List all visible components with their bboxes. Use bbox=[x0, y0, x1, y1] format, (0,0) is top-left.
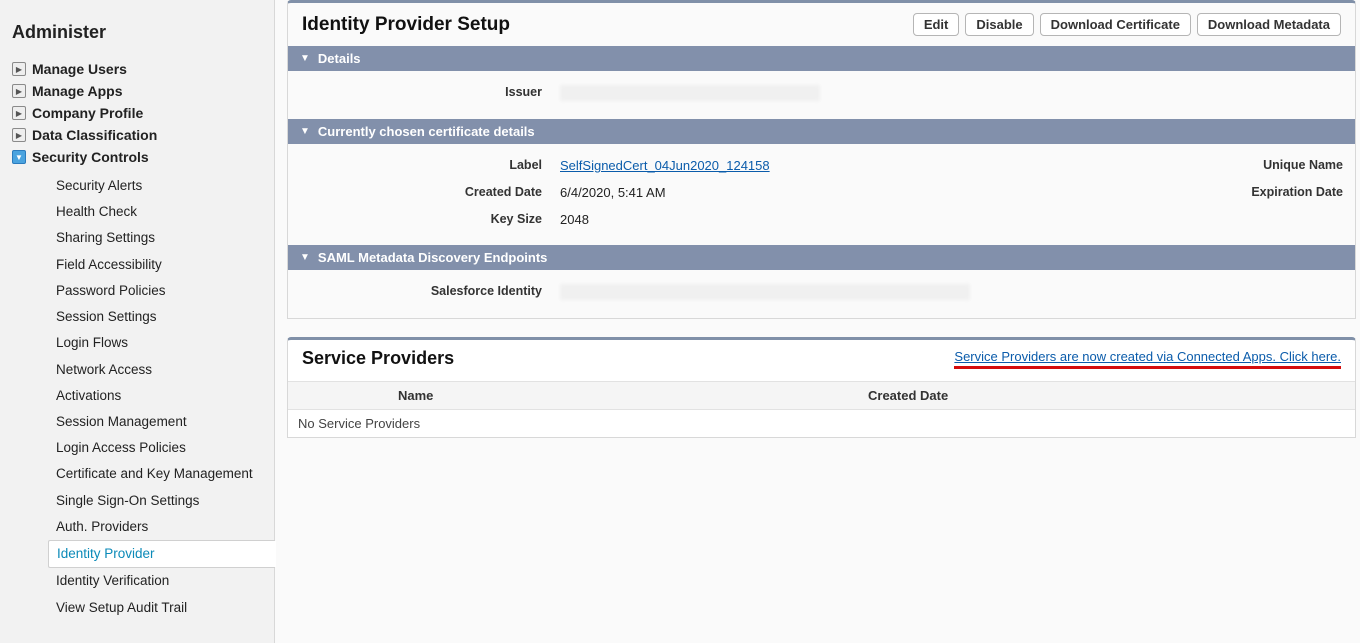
sp-col-name[interactable]: Name bbox=[388, 382, 858, 410]
section-title: Currently chosen certificate details bbox=[318, 124, 535, 139]
sidebar-item-password-policies[interactable]: Password Policies bbox=[48, 278, 274, 304]
issuer-label: Issuer bbox=[300, 85, 560, 99]
sp-connected-apps-link[interactable]: Service Providers are now created via Co… bbox=[954, 349, 1341, 369]
sidebar-nav: ▶ Manage Users ▶ Manage Apps ▶ Company P… bbox=[12, 59, 274, 621]
expand-icon: ▶ bbox=[12, 62, 26, 76]
cert-label-link[interactable]: SelfSignedCert_04Jun2020_124158 bbox=[560, 158, 770, 173]
sidebar-item-identity-verification[interactable]: Identity Verification bbox=[48, 568, 274, 594]
sidebar-item-identity-provider[interactable]: Identity Provider bbox=[48, 540, 275, 568]
chevron-down-icon: ▼ bbox=[300, 53, 310, 64]
expand-icon: ▶ bbox=[12, 128, 26, 142]
sidebar-item-activations[interactable]: Activations bbox=[48, 383, 274, 409]
sp-empty-message: No Service Providers bbox=[288, 410, 1355, 438]
action-buttons: Edit Disable Download Certificate Downlo… bbox=[913, 13, 1341, 36]
sidebar-item-network-access[interactable]: Network Access bbox=[48, 357, 274, 383]
sf-identity-label: Salesforce Identity bbox=[300, 284, 560, 298]
cert-unique-name-label: Unique Name bbox=[1263, 158, 1343, 172]
section-details[interactable]: ▼ Details bbox=[288, 46, 1355, 71]
section-saml-endpoints[interactable]: ▼ SAML Metadata Discovery Endpoints bbox=[288, 245, 1355, 270]
section-title: Details bbox=[318, 51, 361, 66]
cert-expiration-label: Expiration Date bbox=[1251, 185, 1343, 199]
table-row: No Service Providers bbox=[288, 410, 1355, 438]
sp-title: Service Providers bbox=[302, 348, 454, 369]
idp-setup-panel: Identity Provider Setup Edit Disable Dow… bbox=[287, 0, 1356, 319]
sidebar-item-view-setup-audit-trail[interactable]: View Setup Audit Trail bbox=[48, 595, 274, 621]
section-title: SAML Metadata Discovery Endpoints bbox=[318, 250, 547, 265]
sidebar-item-sso-settings[interactable]: Single Sign-On Settings bbox=[48, 488, 274, 514]
sidebar-submenu-security: Security Alerts Health Check Sharing Set… bbox=[48, 173, 274, 621]
sf-identity-value bbox=[560, 284, 1343, 300]
sidebar-item-security-alerts[interactable]: Security Alerts bbox=[48, 173, 274, 199]
sidebar-item-health-check[interactable]: Health Check bbox=[48, 199, 274, 225]
cert-created-value: 6/4/2020, 5:41 AM bbox=[560, 185, 1213, 200]
cert-keysize-label: Key Size bbox=[300, 212, 560, 226]
sidebar-item-session-management[interactable]: Session Management bbox=[48, 409, 274, 435]
sidebar-item-label: Security Controls bbox=[32, 149, 149, 165]
main-content: Identity Provider Setup Edit Disable Dow… bbox=[275, 0, 1360, 643]
sidebar-item-manage-users[interactable]: ▶ Manage Users bbox=[12, 59, 274, 79]
sidebar-item-label: Manage Users bbox=[32, 61, 127, 77]
sidebar-item-company-profile[interactable]: ▶ Company Profile bbox=[12, 103, 274, 123]
sidebar-item-auth-providers[interactable]: Auth. Providers bbox=[48, 514, 274, 540]
collapse-icon: ▼ bbox=[12, 150, 26, 164]
download-certificate-button[interactable]: Download Certificate bbox=[1040, 13, 1191, 36]
issuer-value bbox=[560, 85, 1343, 101]
download-metadata-button[interactable]: Download Metadata bbox=[1197, 13, 1341, 36]
sidebar-item-field-accessibility[interactable]: Field Accessibility bbox=[48, 252, 274, 278]
sidebar-item-certificate-key-management[interactable]: Certificate and Key Management bbox=[48, 461, 274, 487]
sidebar-item-login-access-policies[interactable]: Login Access Policies bbox=[48, 435, 274, 461]
sidebar-item-label: Data Classification bbox=[32, 127, 157, 143]
sidebar-item-security-controls[interactable]: ▼ Security Controls bbox=[12, 147, 274, 167]
chevron-down-icon: ▼ bbox=[300, 252, 310, 263]
expand-icon: ▶ bbox=[12, 106, 26, 120]
sidebar-item-data-classification[interactable]: ▶ Data Classification bbox=[12, 125, 274, 145]
page-title: Identity Provider Setup bbox=[302, 14, 510, 36]
service-providers-panel: Service Providers Service Providers are … bbox=[287, 337, 1356, 438]
cert-keysize-value: 2048 bbox=[560, 212, 1343, 227]
cert-label-label: Label bbox=[300, 158, 560, 173]
sp-col-blank bbox=[288, 382, 388, 410]
sidebar: Administer ▶ Manage Users ▶ Manage Apps … bbox=[0, 0, 275, 643]
section-cert-details[interactable]: ▼ Currently chosen certificate details bbox=[288, 119, 1355, 144]
idp-panel-header: Identity Provider Setup Edit Disable Dow… bbox=[288, 3, 1355, 46]
expand-icon: ▶ bbox=[12, 84, 26, 98]
cert-created-label: Created Date bbox=[300, 185, 560, 200]
sidebar-item-login-flows[interactable]: Login Flows bbox=[48, 330, 274, 356]
sp-col-created[interactable]: Created Date bbox=[858, 382, 1355, 410]
disable-button[interactable]: Disable bbox=[965, 13, 1033, 36]
edit-button[interactable]: Edit bbox=[913, 13, 960, 36]
sp-table: Name Created Date No Service Providers bbox=[288, 381, 1355, 437]
sidebar-item-manage-apps[interactable]: ▶ Manage Apps bbox=[12, 81, 274, 101]
sidebar-item-label: Manage Apps bbox=[32, 83, 123, 99]
sidebar-item-sharing-settings[interactable]: Sharing Settings bbox=[48, 225, 274, 251]
sidebar-title: Administer bbox=[12, 22, 274, 43]
chevron-down-icon: ▼ bbox=[300, 126, 310, 137]
sidebar-item-session-settings[interactable]: Session Settings bbox=[48, 304, 274, 330]
sidebar-item-label: Company Profile bbox=[32, 105, 143, 121]
